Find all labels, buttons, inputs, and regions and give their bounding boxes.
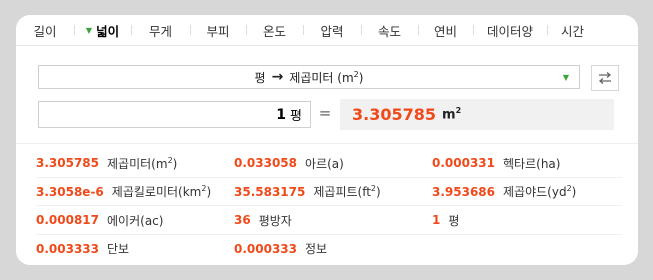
result-are[interactable]: 0.033058 아르(a) [234, 149, 344, 177]
result-jeongbo[interactable]: 0.000333 정보 [234, 235, 327, 263]
caret-down-icon: ▼ [85, 25, 93, 35]
result-pyeong[interactable]: 1평 [432, 206, 459, 234]
tab-area[interactable]: ▼ 넓이 [74, 15, 131, 45]
tab-fuel-efficiency[interactable]: 연비 [418, 15, 473, 45]
arrow-right-icon: → [271, 69, 284, 85]
results-row: 0.003333 단보 0.000333 정보 [36, 235, 622, 264]
tab-pressure[interactable]: 압력 [303, 15, 361, 45]
input-number: 1 [276, 106, 287, 123]
category-tabs: 길이 ▼ 넓이 무게 부피 온도 압력 속도 연비 데이터양 시간 [16, 15, 638, 46]
result-acre[interactable]: 0.000817 에이커(ac) [36, 206, 163, 234]
swap-units-button[interactable] [591, 65, 619, 91]
tab-time[interactable]: 시간 [547, 15, 598, 45]
result-square-meter[interactable]: 3.305785 제곱미터(m2) [36, 149, 177, 177]
result-pyeongbangja[interactable]: 36 평방자 [234, 206, 292, 234]
tab-temperature[interactable]: 온도 [246, 15, 303, 45]
results-row: 3.3058e-6 제곱킬로미터(km2) 35.583175 제곱피트(ft2) … [36, 178, 622, 206]
conversion-results: 3.305785 제곱미터(m2) 0.033058 아르(a) 0.000331 헥… [36, 149, 622, 263]
result-square-kilometer[interactable]: 3.3058e-6 제곱킬로미터(km2) [36, 178, 211, 206]
unit-converter-card: 길이 ▼ 넓이 무게 부피 온도 압력 속도 연비 데이터양 시간 평 → 제곱미… [16, 15, 638, 265]
unit-pair-select[interactable]: 평 → 제곱미터 (m2) ▼ [38, 65, 580, 89]
result-box: 3.305785 m2 [340, 99, 614, 130]
result-danbo[interactable]: 0.003333 단보 [36, 235, 129, 263]
tab-speed[interactable]: 속도 [361, 15, 418, 45]
swap-arrows-icon [598, 72, 612, 84]
equals-sign: = [318, 104, 332, 122]
to-unit-label: 제곱미터 (m2) [289, 69, 364, 85]
result-square-feet[interactable]: 35.583175 제곱피트(ft2) [234, 178, 381, 206]
result-unit: m2 [442, 106, 462, 123]
tab-volume[interactable]: 부피 [190, 15, 246, 45]
tab-data-size[interactable]: 데이터양 [473, 15, 547, 45]
divider [16, 143, 638, 144]
tab-weight[interactable]: 무게 [131, 15, 190, 45]
result-hectare[interactable]: 0.000331 헥타르(ha) [432, 149, 560, 177]
value-input[interactable]: 1 평 [38, 101, 311, 128]
result-value: 3.305785 [352, 105, 437, 124]
dropdown-caret-icon: ▼ [562, 73, 569, 82]
result-square-yard[interactable]: 3.953686 제곱야드(yd2) [432, 178, 576, 206]
from-unit-label: 평 [254, 70, 266, 85]
tab-length[interactable]: 길이 [16, 15, 74, 45]
input-unit: 평 [290, 109, 302, 124]
results-row: 0.000817 에이커(ac) 36 평방자 1평 [36, 206, 622, 235]
results-row: 3.305785 제곱미터(m2) 0.033058 아르(a) 0.000331 헥… [36, 149, 622, 178]
